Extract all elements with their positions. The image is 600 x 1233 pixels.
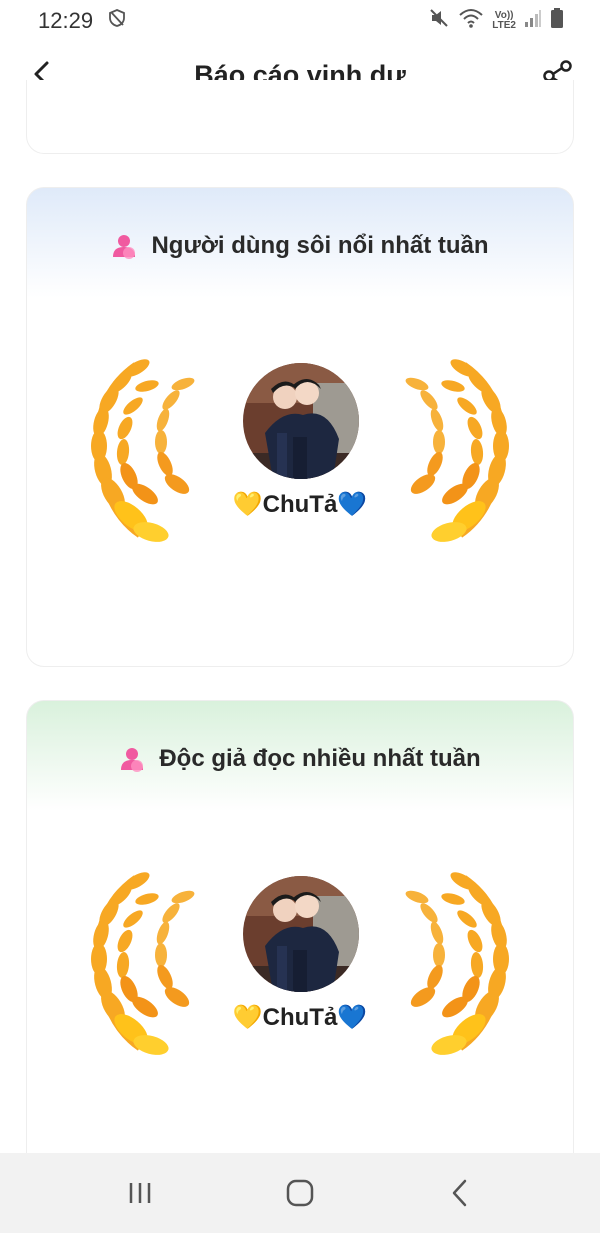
wifi-icon bbox=[458, 7, 484, 35]
card-title: Độc giả đọc nhiều nhất tuần bbox=[159, 745, 481, 772]
status-bar: 12:29 Vo)) LTE2 bbox=[0, 0, 600, 42]
shield-icon bbox=[107, 8, 127, 34]
user-name[interactable]: 💛ChuTả💙 bbox=[27, 490, 573, 519]
signal-icon bbox=[524, 8, 542, 34]
card-header: Độc giả đọc nhiều nhất tuần bbox=[27, 745, 573, 773]
back-icon[interactable] bbox=[430, 1163, 490, 1223]
network-bottom: LTE2 bbox=[492, 20, 516, 31]
card-header: Người dùng sôi nổi nhất tuần bbox=[27, 232, 573, 260]
system-nav-bar bbox=[0, 1153, 600, 1233]
user-icon bbox=[113, 235, 136, 259]
card-title: Người dùng sôi nổi nhất tuần bbox=[151, 232, 489, 259]
user-avatar[interactable] bbox=[243, 876, 359, 992]
status-time: 12:29 bbox=[38, 8, 94, 33]
status-left: 12:29 bbox=[38, 8, 127, 34]
mute-icon bbox=[428, 7, 450, 35]
recents-icon[interactable] bbox=[110, 1163, 170, 1223]
network-indicator: Vo)) LTE2 bbox=[492, 11, 516, 31]
user-name-text: ChuTả bbox=[262, 491, 338, 518]
honor-card-active-user: Người dùng sôi nổi nhất tuần 💛ChuTả💙 bbox=[26, 187, 574, 667]
user-name-text: ChuTả bbox=[262, 1004, 338, 1031]
honor-card-top-reader: Độc giả đọc nhiều nhất tuần 💛ChuTả💙 bbox=[26, 700, 574, 1180]
user-icon bbox=[121, 748, 144, 772]
home-icon[interactable] bbox=[270, 1163, 330, 1223]
previous-card bbox=[26, 80, 574, 154]
user-name[interactable]: 💛ChuTả💙 bbox=[27, 1003, 573, 1032]
battery-icon bbox=[550, 7, 564, 35]
yellow-heart-icon: 💛 bbox=[232, 1004, 263, 1031]
user-avatar[interactable] bbox=[243, 363, 359, 479]
yellow-heart-icon: 💛 bbox=[232, 491, 263, 518]
blue-heart-icon: 💙 bbox=[337, 491, 368, 518]
status-right: Vo)) LTE2 bbox=[428, 7, 564, 35]
blue-heart-icon: 💙 bbox=[337, 1004, 368, 1031]
